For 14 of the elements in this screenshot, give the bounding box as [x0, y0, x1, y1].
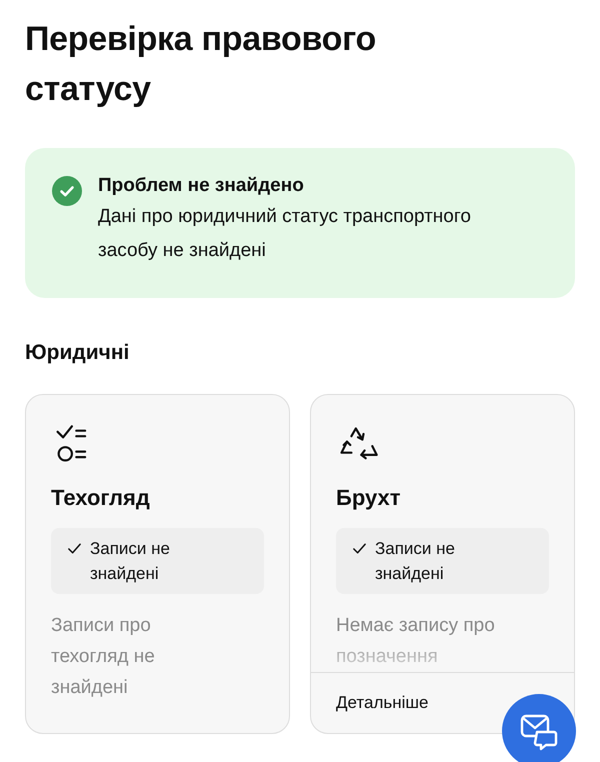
- card-description: Записи про техогляд не знайдені: [51, 614, 156, 700]
- badge-text: Записи не знайдені: [90, 538, 171, 585]
- badge-text: Записи не знайдені: [375, 538, 456, 585]
- status-text: Дані про юридичний статус транспортного засобу не знайдені: [98, 205, 472, 263]
- check-icon: [352, 541, 367, 556]
- details-link[interactable]: Детальніше: [336, 693, 428, 712]
- card-description: Немає запису про позначення: [336, 614, 496, 669]
- card-title: Техогляд: [51, 484, 151, 512]
- status-title: Проблем не знайдено: [98, 174, 305, 198]
- section-heading: Юридичні: [25, 340, 130, 366]
- page-title: Перевірка правового статусу: [25, 19, 377, 110]
- check-circle-icon: [52, 176, 82, 206]
- card-title: Брухт: [336, 484, 402, 512]
- check-icon: [67, 541, 82, 556]
